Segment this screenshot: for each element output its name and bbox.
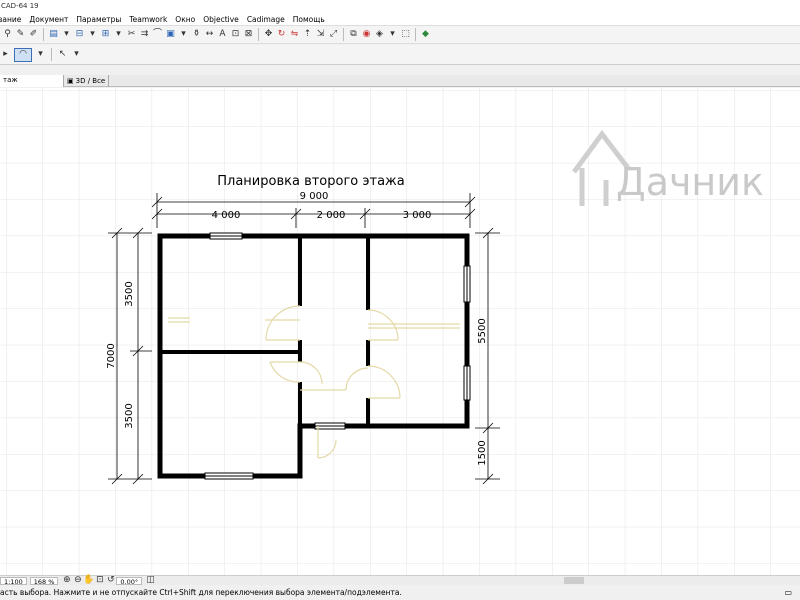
menu-item-window[interactable]: Окно bbox=[171, 15, 199, 24]
text-icon[interactable]: A bbox=[217, 29, 228, 40]
rotate-icon[interactable]: ↻ bbox=[276, 29, 287, 40]
menu-item-view[interactable]: вание bbox=[0, 15, 25, 24]
dim-right-top: 5500 bbox=[477, 318, 488, 343]
menu-item-options[interactable]: Параметры bbox=[72, 15, 125, 24]
grid-background bbox=[0, 88, 800, 575]
panel-icon[interactable]: ▭ bbox=[784, 586, 792, 600]
toolbar-separator bbox=[43, 28, 44, 41]
chevron-down-icon[interactable]: ▾ bbox=[87, 29, 98, 40]
toolbar-separator bbox=[51, 48, 52, 61]
zoom-field[interactable]: 168 % bbox=[29, 576, 59, 586]
status-bar: асть выбора. Нажмите и не отпускайте Ctr… bbox=[0, 586, 800, 600]
chevron-down-icon[interactable]: ▾ bbox=[71, 49, 82, 60]
eyedropper-icon[interactable]: ✎ bbox=[15, 29, 26, 40]
toolbar-separator bbox=[258, 28, 259, 41]
group-icon[interactable]: ⧉ bbox=[348, 29, 359, 40]
distribute-icon[interactable]: ⊞ bbox=[100, 29, 111, 40]
dim-total-top: 9 000 bbox=[300, 191, 329, 202]
angle-field[interactable]: 0.00° bbox=[116, 576, 143, 586]
marquee-select-icon[interactable]: ◠ bbox=[14, 47, 32, 62]
rotate-view-icon[interactable]: ↺ bbox=[105, 575, 116, 586]
chevron-down-icon[interactable]: ▾ bbox=[61, 29, 72, 40]
dimension-icon[interactable]: ↔ bbox=[204, 29, 215, 40]
align-icon[interactable]: ⊟ bbox=[74, 29, 85, 40]
magic-wand-icon[interactable]: ⚲ bbox=[2, 29, 13, 40]
section-icon[interactable]: ⊠ bbox=[243, 29, 254, 40]
stretch-icon[interactable]: ⇲ bbox=[315, 29, 326, 40]
dim-segment-2: 2 000 bbox=[317, 210, 346, 221]
3d-view-icon: ▣ bbox=[67, 76, 74, 85]
navigator-icon[interactable]: ◆ bbox=[420, 29, 431, 40]
dim-left-total: 7000 bbox=[106, 343, 117, 368]
syringe-icon[interactable]: ✐ bbox=[28, 29, 39, 40]
dim-segment-1: 4 000 bbox=[212, 210, 241, 221]
toolbar-separator bbox=[343, 28, 344, 41]
pan-icon[interactable]: ✋ bbox=[83, 575, 94, 586]
pen-icon[interactable]: ⚱ bbox=[191, 29, 202, 40]
window-title: CAD-64 19 bbox=[0, 0, 800, 13]
toolbar-standard: ⚲ ✎ ✐ ▤ ▾ ⊟ ▾ ⊞ ▾ ✂ ⇉ ⌒ ▣ ▾ ⚱ ↔ A ⊡ ⊠ ✥ … bbox=[0, 25, 800, 44]
menu-item-objective[interactable]: Objective bbox=[199, 15, 243, 24]
menu-item-document[interactable]: Документ bbox=[25, 15, 72, 24]
dim-segment-3: 3 000 bbox=[403, 210, 432, 221]
toolbar-separator bbox=[415, 28, 416, 41]
horizontal-scrollbar-thumb[interactable] bbox=[564, 577, 584, 584]
resize-icon[interactable]: ⤢ bbox=[328, 29, 339, 40]
menu-item-help[interactable]: Помощь bbox=[289, 15, 329, 24]
trim-icon[interactable]: ✂ bbox=[126, 29, 137, 40]
menu-item-cadimage[interactable]: Cadimage bbox=[243, 15, 289, 24]
toolbar-selection: ▸ ◠ ▾ ↖ ▾ bbox=[0, 45, 800, 65]
bottom-navigation-bar: 1:100 168 % ⊕ ⊖ ✋ ⊡ ↺ 0.00° ◫ bbox=[0, 575, 800, 586]
arrow-select-icon[interactable]: ▸ bbox=[0, 49, 11, 60]
chevron-down-icon[interactable]: ▾ bbox=[35, 49, 46, 60]
status-text: асть выбора. Нажмите и не отпускайте Ctr… bbox=[0, 588, 402, 597]
fit-window-icon[interactable]: ⊡ bbox=[94, 575, 105, 586]
tab-3d-all[interactable]: ▣ 3D / Все bbox=[64, 75, 110, 87]
zoom-out-icon[interactable]: ⊖ bbox=[72, 575, 83, 586]
drawing-title: Планировка второго этажа bbox=[217, 174, 404, 189]
tab-3d-label: 3D / Все bbox=[75, 76, 106, 85]
chevron-down-icon[interactable]: ▾ bbox=[387, 29, 398, 40]
chevron-down-icon[interactable]: ▾ bbox=[178, 29, 189, 40]
view-icon[interactable]: ◈ bbox=[374, 29, 385, 40]
view-tab-bar: тaж ▣ 3D / Все bbox=[0, 75, 800, 87]
fillet-icon[interactable]: ⌒ bbox=[152, 29, 163, 40]
orientation-icon[interactable]: ◫ bbox=[145, 575, 156, 586]
fill-icon[interactable]: ▣ bbox=[165, 29, 176, 40]
drawing-canvas[interactable]: Планировка второго этажа 9 000 4 000 2 0… bbox=[0, 88, 800, 575]
render-icon[interactable]: ◉ bbox=[361, 29, 372, 40]
pointer-icon[interactable]: ↖ bbox=[57, 49, 68, 60]
floor-plan-svg: Планировка второго этажа 9 000 4 000 2 0… bbox=[0, 88, 800, 575]
grid-icon[interactable]: ⊡ bbox=[230, 29, 241, 40]
scale-field[interactable]: 1:100 bbox=[0, 576, 27, 586]
tab-floor-plan[interactable]: тaж bbox=[0, 75, 64, 87]
chevron-down-icon[interactable]: ▾ bbox=[113, 29, 124, 40]
mirror-icon[interactable]: ⇋ bbox=[289, 29, 300, 40]
dim-right-bottom: 1500 bbox=[477, 440, 488, 465]
marquee-icon[interactable]: ⬚ bbox=[400, 29, 411, 40]
layer-icon[interactable]: ▤ bbox=[48, 29, 59, 40]
move-icon[interactable]: ✥ bbox=[263, 29, 274, 40]
menu-item-teamwork[interactable]: Teamwork bbox=[125, 15, 171, 24]
elevate-icon[interactable]: ⇡ bbox=[302, 29, 313, 40]
menu-bar: вание Документ Параметры Teamwork Окно O… bbox=[0, 13, 800, 25]
dim-left-top: 3500 bbox=[124, 281, 135, 306]
zoom-in-icon[interactable]: ⊕ bbox=[61, 575, 72, 586]
offset-icon[interactable]: ⇉ bbox=[139, 29, 150, 40]
dim-left-bottom: 3500 bbox=[124, 403, 135, 428]
